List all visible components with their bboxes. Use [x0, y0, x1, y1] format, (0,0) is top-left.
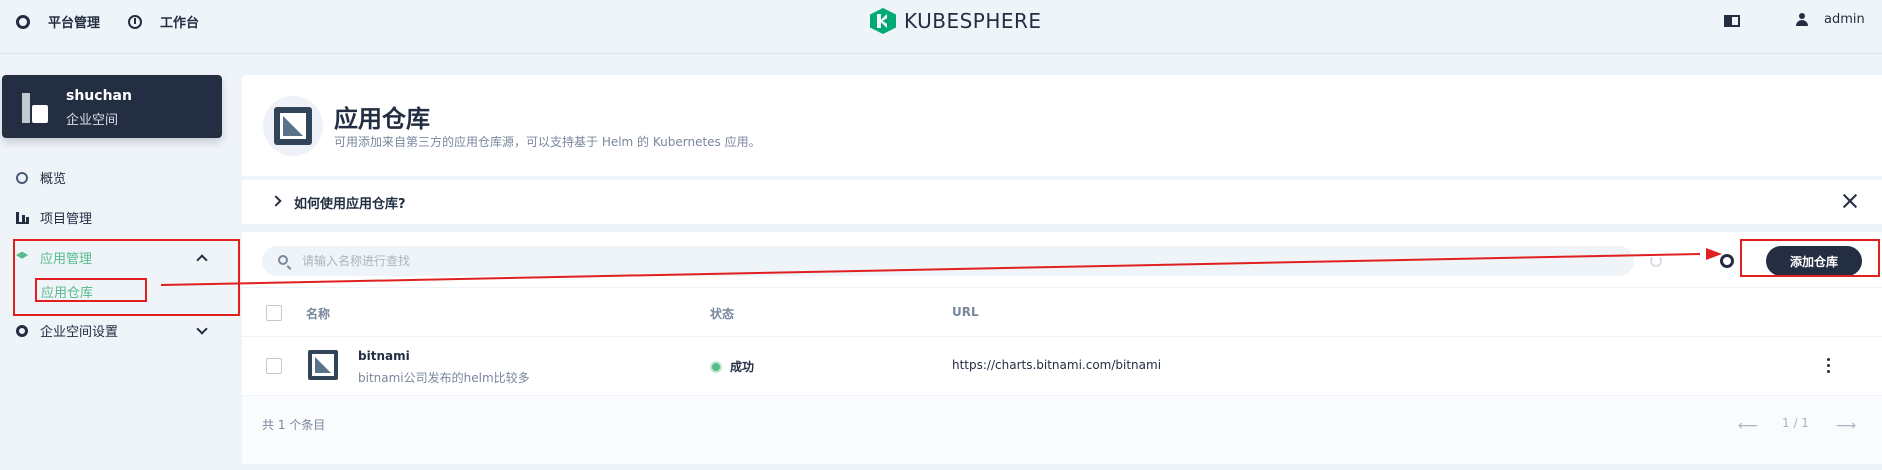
user-icon [1796, 12, 1808, 27]
workspace-name: shuchan [66, 88, 132, 104]
settings-icon[interactable] [1720, 254, 1734, 268]
help-banner[interactable]: 如何使用应用仓库? [242, 180, 1882, 224]
help-text[interactable]: 如何使用应用仓库? [294, 193, 406, 212]
chevron-down-icon[interactable] [196, 323, 208, 335]
refresh-icon[interactable] [1650, 255, 1662, 267]
page-header: 应用仓库 可用添加来自第三方的应用仓库源，可以支持基于 Helm 的 Kuber… [242, 75, 1882, 176]
search-input[interactable] [302, 246, 1622, 276]
repository-icon [274, 107, 312, 145]
repository-icon [308, 350, 338, 380]
user-menu[interactable]: admin [1796, 12, 1882, 27]
workspace-subtitle: 企业空间 [66, 113, 119, 128]
sidebar-item-workspace-settings[interactable]: 企业空间设置 [16, 321, 118, 340]
sidebar-item-overview[interactable]: 概览 [16, 168, 66, 187]
dashboard-icon [16, 171, 28, 184]
status-success-icon [712, 363, 720, 371]
repo-description: bitnami公司发布的helm比较多 [358, 371, 530, 385]
platform-management-link[interactable]: 平台管理 [16, 12, 100, 31]
platform-management-label: 平台管理 [48, 16, 101, 31]
table-toolbar: 添加仓库 [242, 232, 1882, 288]
kubesphere-logo-icon [870, 8, 896, 34]
workspace-card[interactable]: shuchan 企业空间 [2, 75, 222, 138]
close-icon[interactable] [1840, 191, 1860, 211]
column-header-status: 状态 [710, 307, 735, 321]
column-header-name[interactable]: 名称 [306, 305, 330, 322]
table-footer: 共 1 个条目 ⟵ 1 / 1 ⟶ [242, 396, 1882, 464]
gear-icon [16, 324, 28, 337]
workspace-icon [20, 89, 50, 125]
annotation-box-app-repo [35, 278, 147, 302]
sidebar-item-label: 企业空间设置 [40, 325, 119, 340]
chart-icon [16, 211, 28, 224]
gear-icon [16, 14, 30, 29]
more-actions-icon[interactable] [1827, 358, 1831, 374]
page-title: 应用仓库 [334, 105, 430, 133]
annotation-box-add-button [1740, 239, 1880, 277]
sidebar-item-label: 概览 [40, 172, 67, 187]
sidebar-item-label: 项目管理 [40, 212, 93, 227]
row-checkbox[interactable] [266, 358, 282, 374]
username: admin [1824, 12, 1865, 27]
kubesphere-logo[interactable]: KUBESPHERE [870, 8, 1042, 34]
repo-table-panel: 添加仓库 名称 状态 URL bitnami bitnami公司发布的helm比… [242, 232, 1882, 464]
document-icon[interactable] [1724, 15, 1740, 27]
table-row[interactable]: bitnami bitnami公司发布的helm比较多 成功 https://c… [242, 338, 1882, 396]
pagination-text: 1 / 1 [1782, 416, 1809, 430]
select-all-checkbox[interactable] [266, 305, 282, 321]
total-count: 共 1 个条目 [262, 418, 326, 432]
sidebar-item-projects[interactable]: 项目管理 [16, 208, 92, 227]
arrow-right-icon[interactable]: ⟶ [1836, 418, 1856, 434]
repo-url: https://charts.bitnami.com/bitnami [952, 358, 1162, 372]
table-header: 名称 状态 URL [242, 289, 1882, 337]
page-description: 可用添加来自第三方的应用仓库源，可以支持基于 Helm 的 Kubernetes… [334, 135, 761, 149]
dashboard-icon [128, 14, 142, 29]
repo-name[interactable]: bitnami [358, 349, 410, 363]
logo-text: KUBESPHERE [904, 9, 1042, 33]
repo-status: 成功 [730, 360, 755, 374]
workbench-link[interactable]: 工作台 [128, 12, 199, 31]
top-bar: 平台管理 工作台 KUBESPHERE admin [0, 0, 1882, 54]
chevron-right-icon[interactable] [270, 195, 282, 207]
search-icon [278, 255, 288, 265]
arrow-left-icon[interactable]: ⟵ [1738, 418, 1758, 434]
column-header-url: URL [952, 305, 979, 319]
workbench-label: 工作台 [160, 16, 200, 31]
